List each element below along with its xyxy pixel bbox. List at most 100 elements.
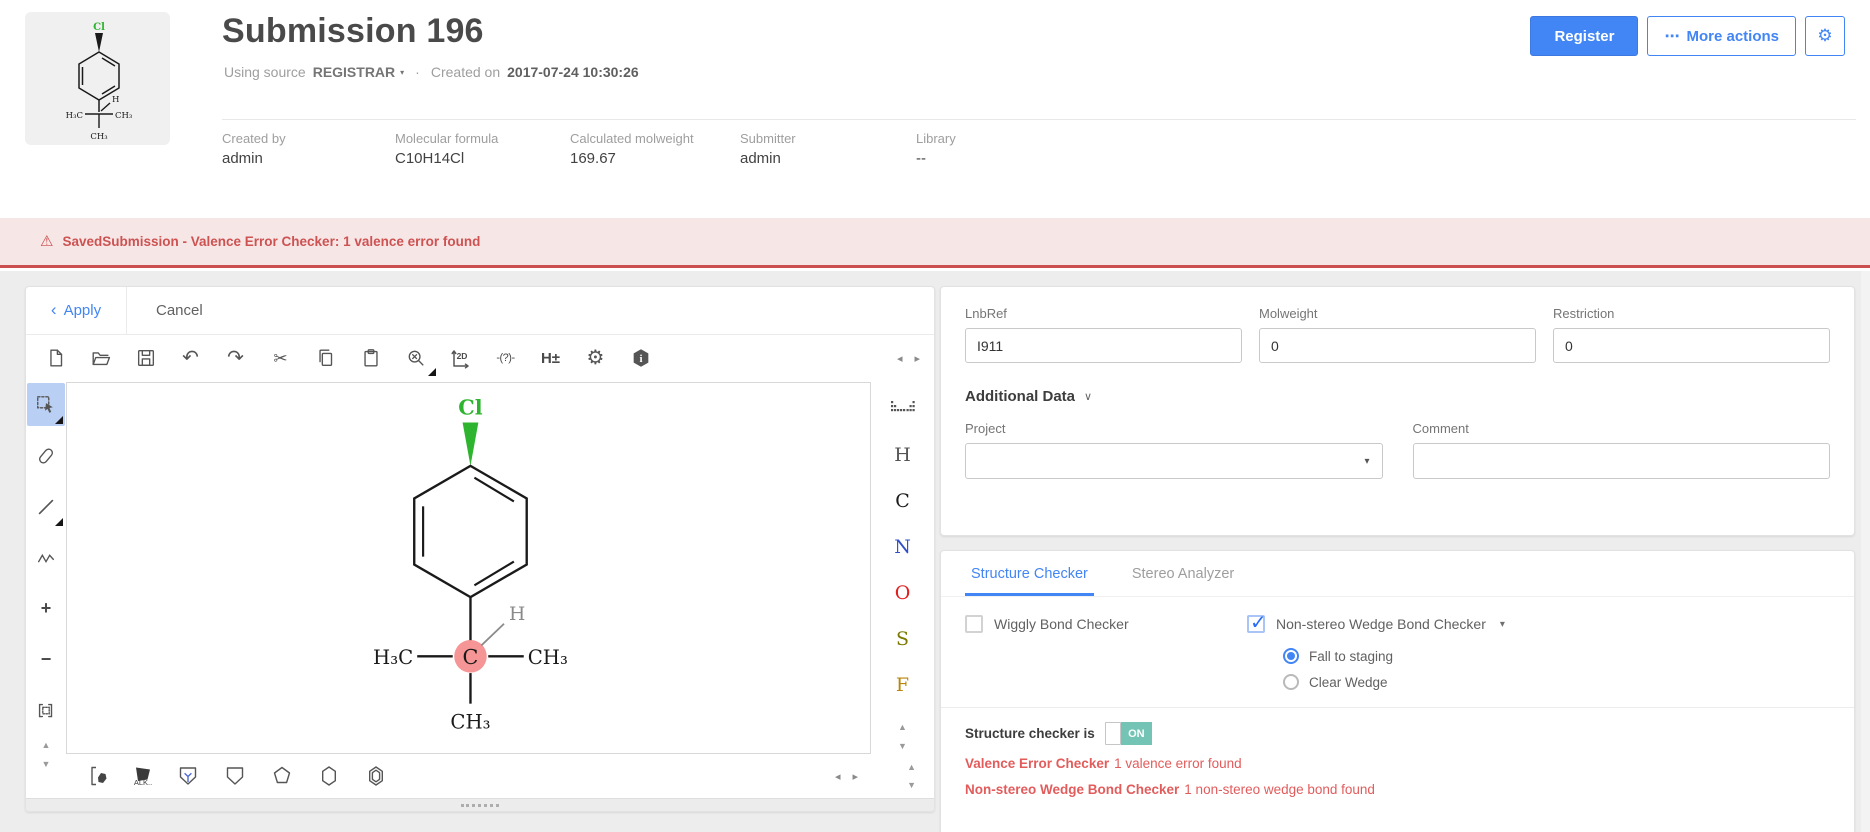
redo-button[interactable]: ↷: [213, 338, 258, 378]
clean-2d-button[interactable]: 2D: [438, 338, 483, 378]
error-banner-text: SavedSubmission - Valence Error Checker:…: [62, 234, 480, 249]
radio-unselected-icon[interactable]: [1283, 674, 1299, 690]
atom-label-h[interactable]: H: [509, 604, 525, 625]
settings-button[interactable]: ⚙: [1805, 16, 1845, 56]
page-scrollbar[interactable]: [1861, 271, 1870, 832]
chevron-down-icon: ∨: [1084, 390, 1092, 403]
additional-data-row: Project ▾ Comment: [965, 421, 1830, 479]
fall-to-staging-radio[interactable]: Fall to staging: [1283, 648, 1830, 664]
result-detail: 1 non-stereo wedge bond found: [1184, 782, 1375, 797]
zoom-button[interactable]: [393, 338, 438, 378]
open-button[interactable]: [78, 338, 123, 378]
element-c-button[interactable]: C: [895, 492, 910, 511]
wiggly-bond-checkbox[interactable]: Wiggly Bond Checker: [965, 615, 1247, 633]
molecule-drawing[interactable]: Cl C H₃C CH₃ CH₃ H: [67, 383, 870, 753]
structure-checker-status-label: Structure checker is: [965, 726, 1095, 741]
copy-button[interactable]: [303, 338, 348, 378]
toolbar-scroll-right[interactable]: ▸: [914, 352, 920, 365]
alkyl-template-button[interactable]: ALK..: [133, 766, 153, 787]
nonstereo-wedge-checkbox[interactable]: ✓ Non-stereo Wedge Bond Checker ▾: [1247, 615, 1505, 633]
template-benzene-button[interactable]: [364, 764, 388, 788]
decrease-charge-button[interactable]: −: [27, 638, 65, 681]
periodic-table-button[interactable]: [891, 401, 915, 419]
additional-data-toggle[interactable]: Additional Data ∨: [965, 388, 1830, 405]
atom-label-ch3-bottom[interactable]: CH₃: [450, 710, 490, 733]
element-scroll-down[interactable]: ▼: [898, 741, 907, 751]
clear-wedge-radio[interactable]: Clear Wedge: [1283, 674, 1830, 690]
element-scroll-up[interactable]: ▲: [898, 722, 907, 732]
comment-input[interactable]: [1413, 443, 1831, 479]
tab-structure-checker[interactable]: Structure Checker: [965, 551, 1094, 596]
register-button[interactable]: Register: [1530, 16, 1638, 56]
project-dropdown[interactable]: ▾: [965, 443, 1383, 479]
editor-settings-button[interactable]: ⚙: [573, 338, 618, 378]
new-document-button[interactable]: [33, 338, 78, 378]
bond-tool-button[interactable]: [27, 485, 65, 528]
element-n-button[interactable]: N: [894, 538, 911, 557]
cancel-button[interactable]: Cancel: [127, 287, 232, 334]
undo-button[interactable]: ↶: [168, 338, 213, 378]
template-cyclopropane-button[interactable]: [176, 764, 200, 788]
radio-selected-icon[interactable]: [1283, 648, 1299, 664]
molweight-input[interactable]: [1259, 328, 1536, 363]
element-f-button[interactable]: F: [896, 676, 909, 695]
restriction-input[interactable]: [1553, 328, 1830, 363]
editor-template-toolbar: ALK.. ◂ ▸ ▲ ▼: [26, 754, 934, 798]
abbreviated-group-button[interactable]: -(?)-: [483, 338, 528, 378]
chain-tool-button[interactable]: [27, 536, 65, 579]
cut-button[interactable]: ✂: [258, 338, 303, 378]
element-s-button[interactable]: S: [896, 630, 909, 649]
source-dropdown[interactable]: REGISTRAR ▾: [313, 64, 404, 80]
tab-stereo-analyzer[interactable]: Stereo Analyzer: [1126, 551, 1240, 596]
more-actions-label: More actions: [1686, 28, 1779, 45]
left-scroll-up[interactable]: ▲: [42, 740, 51, 750]
element-h-button[interactable]: H: [894, 446, 911, 465]
resize-grip[interactable]: [461, 804, 499, 807]
zoom-icon: [405, 347, 427, 369]
template-scroll-down[interactable]: ▼: [907, 780, 916, 790]
lnbref-input[interactable]: [965, 328, 1242, 363]
expand-caret-icon[interactable]: ▾: [1500, 619, 1505, 630]
structure-checker-toggle[interactable]: ON: [1105, 722, 1152, 745]
editor-canvas[interactable]: Cl C H₃C CH₃ CH₃ H: [66, 382, 871, 754]
template-cyclopentane-button[interactable]: [270, 764, 294, 788]
template-scroll-left[interactable]: ◂: [835, 770, 841, 783]
more-actions-button[interactable]: ⋯ More actions: [1647, 16, 1796, 56]
benzene-ring[interactable]: [414, 466, 526, 597]
save-button[interactable]: [123, 338, 168, 378]
checkbox-unchecked-icon[interactable]: [965, 615, 983, 633]
bond-to-hydrogen[interactable]: [481, 624, 504, 646]
info-button[interactable]: i: [618, 338, 663, 378]
atom-label-c-center[interactable]: C: [463, 645, 479, 669]
eraser-tool-button[interactable]: [27, 434, 65, 477]
cyclobutane-template-icon: [223, 764, 247, 788]
wedge-bond[interactable]: [463, 422, 479, 465]
group-bracket-tool-button[interactable]: [27, 689, 65, 732]
template-scroll-up[interactable]: ▲: [907, 762, 916, 772]
meta-label: Molecular formula: [395, 131, 570, 146]
restriction-field: Restriction: [1553, 306, 1830, 363]
template-cyclobutane-button[interactable]: [223, 764, 247, 788]
checkbox-checked-icon[interactable]: ✓: [1247, 615, 1265, 633]
apply-button[interactable]: ‹ Apply: [26, 287, 127, 334]
template-scroll-right[interactable]: ▸: [852, 770, 858, 783]
created-on-label: Created on: [431, 64, 500, 80]
atom-label-cl[interactable]: Cl: [458, 396, 482, 420]
increase-charge-button[interactable]: +: [27, 587, 65, 630]
warning-icon: ⚠: [40, 234, 53, 249]
restriction-label: Restriction: [1553, 306, 1830, 321]
paste-button[interactable]: [348, 338, 393, 378]
fields-row: LnbRef Molweight Restriction: [965, 306, 1830, 363]
toolbar-scroll-left[interactable]: ◂: [897, 352, 903, 365]
abbreviation-bracket-button[interactable]: [86, 764, 110, 788]
atom-label-ch3-right[interactable]: CH₃: [528, 646, 568, 669]
selection-tool-button[interactable]: [27, 383, 65, 426]
element-o-button[interactable]: O: [895, 584, 911, 603]
alkyl-template-label: ALK..: [134, 778, 152, 787]
template-cyclohexane-button[interactable]: [317, 764, 341, 788]
add-remove-hydrogens-button[interactable]: H±: [528, 338, 573, 378]
atom-label-h3c[interactable]: H₃C: [373, 646, 413, 669]
wiggly-bond-label: Wiggly Bond Checker: [994, 616, 1129, 632]
benzene-template-icon: [364, 764, 388, 788]
meta-calculated-molweight: Calculated molweight 169.67: [570, 131, 740, 167]
